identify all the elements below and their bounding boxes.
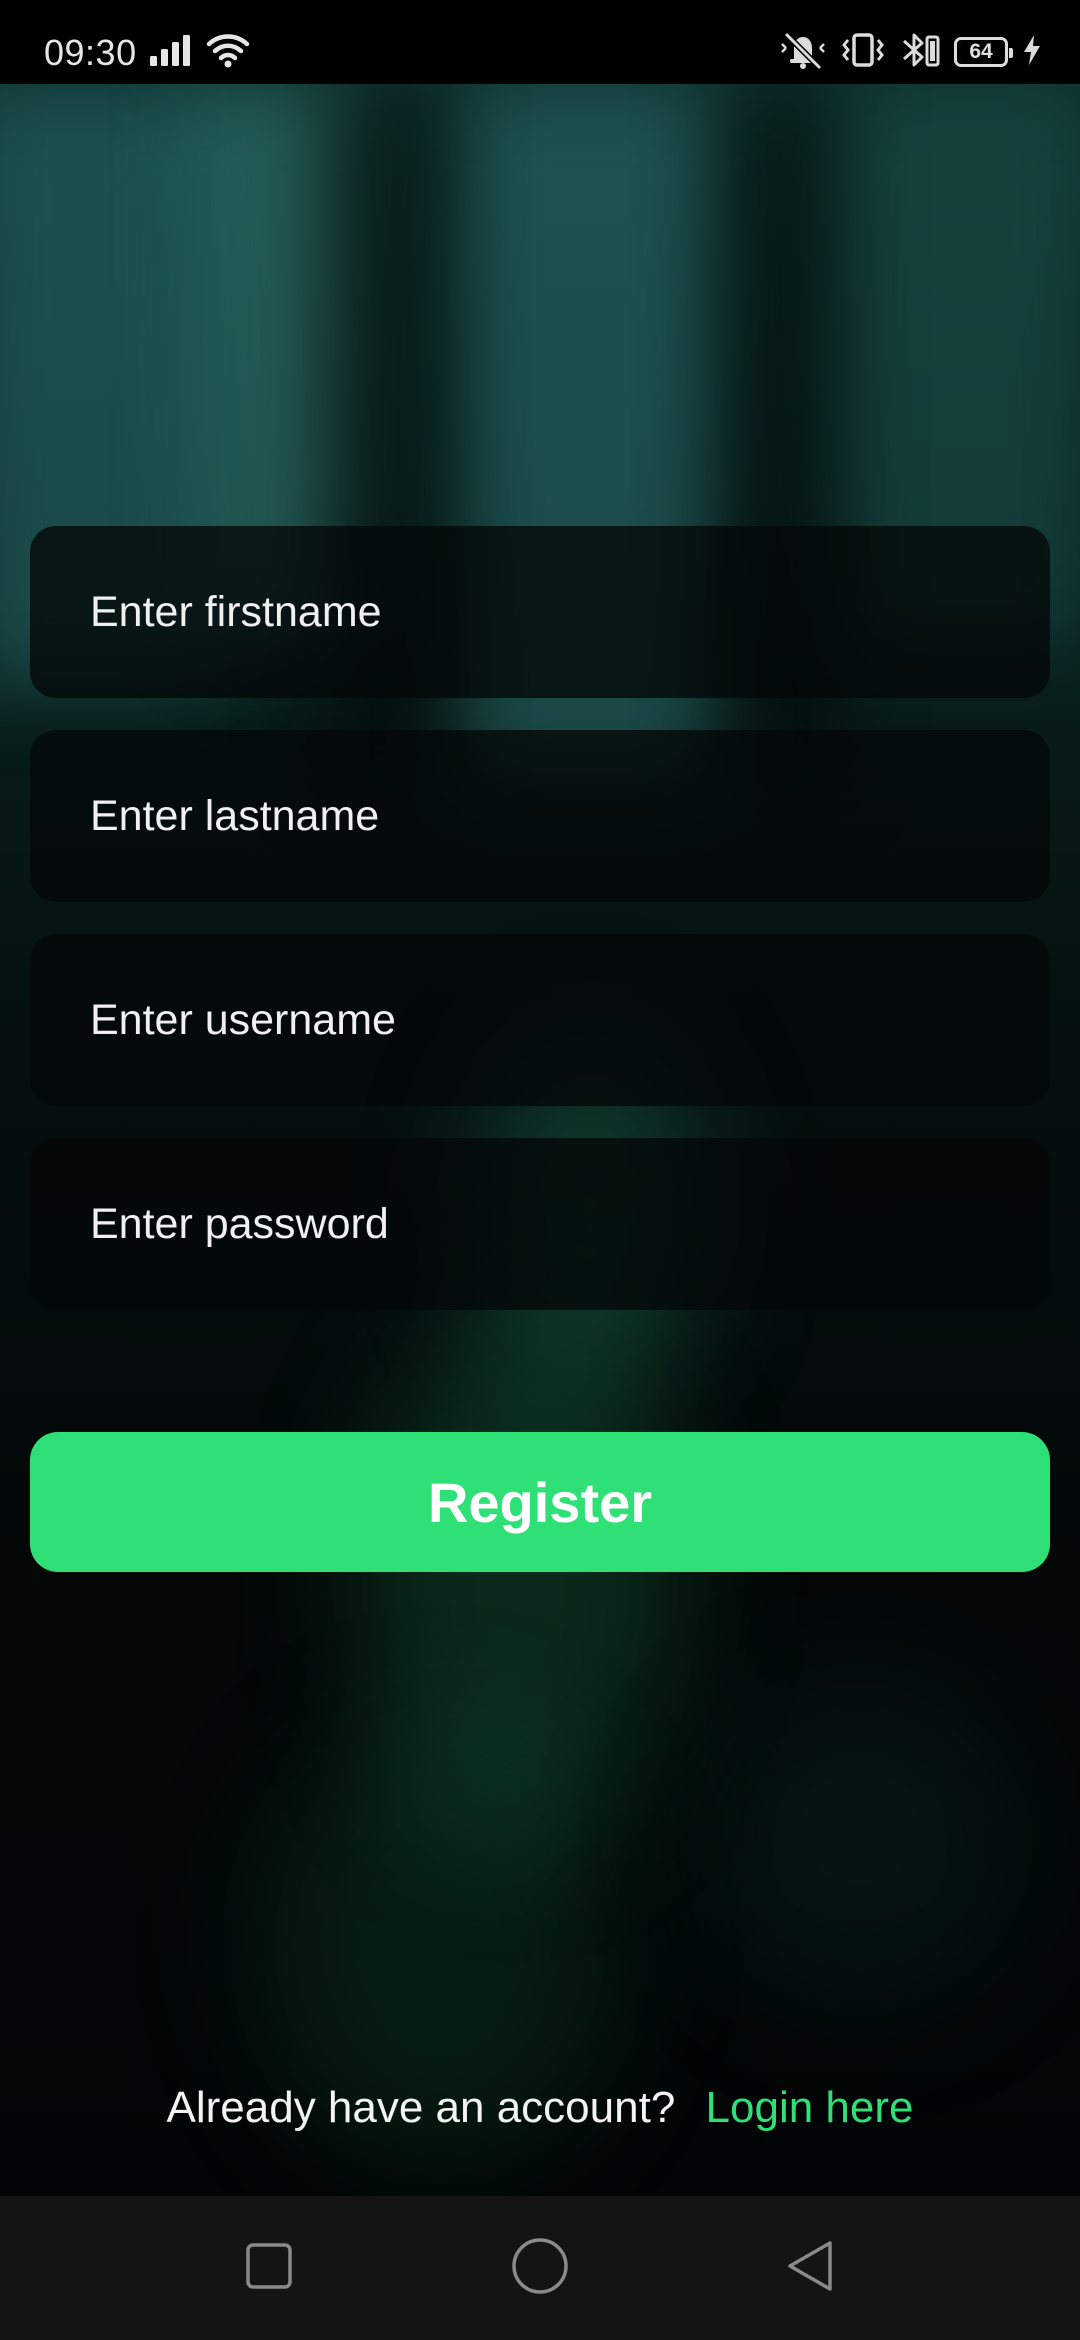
password-field[interactable]: [30, 1138, 1050, 1310]
login-link[interactable]: Login here: [706, 2083, 914, 2132]
home-circle-icon: [511, 2237, 569, 2300]
login-prompt-row: Already have an account? Login here: [0, 2080, 1080, 2136]
status-left-icons: [148, 32, 250, 72]
mute-icon: [780, 30, 826, 75]
firstname-input[interactable]: [30, 526, 1050, 698]
status-time: 09:30: [44, 32, 137, 73]
register-button[interactable]: Register: [30, 1432, 1050, 1572]
username-input[interactable]: [30, 934, 1050, 1106]
username-field[interactable]: [30, 934, 1050, 1106]
vibrate-icon: [840, 32, 886, 73]
lastname-input[interactable]: [30, 730, 1050, 902]
password-input[interactable]: [30, 1138, 1050, 1310]
lastname-field[interactable]: [30, 730, 1050, 902]
status-bar: 09:30 64: [0, 0, 1080, 84]
navigation-bar: [0, 2196, 1080, 2340]
firstname-field[interactable]: [30, 526, 1050, 698]
recents-square-icon: [245, 2242, 293, 2295]
charging-icon: [1022, 34, 1042, 71]
recents-button[interactable]: [229, 2232, 309, 2304]
background-blur: [700, 1684, 1020, 2004]
status-right-icons: 64: [780, 30, 1042, 74]
back-triangle-icon: [784, 2239, 836, 2298]
battery-level: 64: [969, 40, 993, 63]
battery-icon: 64: [954, 37, 1013, 67]
home-button[interactable]: [500, 2232, 580, 2304]
back-button[interactable]: [770, 2232, 850, 2304]
register-screen: 09:30 64 Enter firstname Enter lastname …: [0, 0, 1080, 2340]
signal-icon: [148, 34, 192, 71]
wifi-icon: [206, 32, 250, 73]
login-prompt-text: Already have an account?: [166, 2083, 676, 2132]
bluetooth-icon: [900, 31, 940, 74]
